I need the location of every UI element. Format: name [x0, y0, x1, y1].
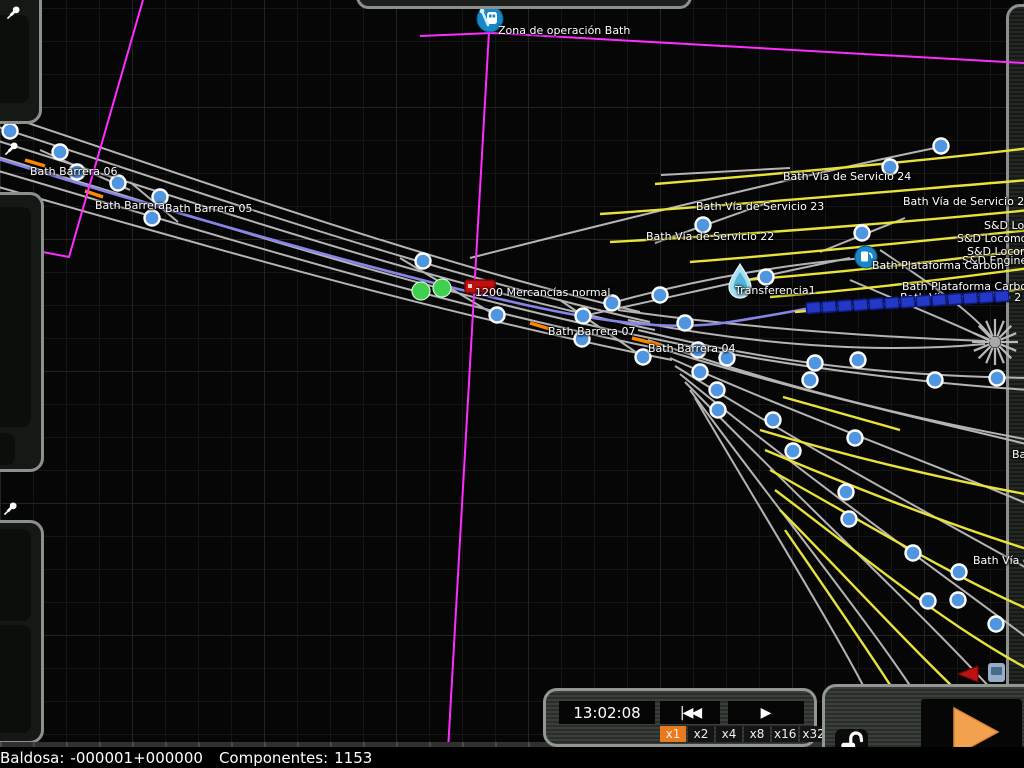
left-side-panel-2[interactable]	[0, 192, 44, 472]
map-label[interactable]: Bath	[1012, 448, 1024, 461]
map-label[interactable]: Bath Vía de Servicio 24	[783, 170, 911, 183]
map-label[interactable]: Transferencia1	[735, 284, 816, 297]
speed-button[interactable]: x16	[772, 726, 798, 742]
map-labels-layer: Zona de operación Bath Bath Barrera 06 Bat…	[0, 0, 1024, 768]
map-label[interactable]: 1200 Mercancías normal	[475, 286, 610, 299]
play-icon: ▶	[761, 705, 772, 721]
clock-time: 13:02:08	[573, 704, 640, 722]
left-side-panel-3[interactable]	[0, 520, 44, 744]
map-label[interactable]: S&D Loc	[984, 219, 1024, 232]
map-label[interactable]: Bath Barrera 05	[165, 202, 253, 215]
map-label[interactable]: Bath Barrera 07	[548, 325, 636, 338]
map-label[interactable]: Bath Barrera 06	[30, 165, 118, 178]
time-toolbar: 13:02:08 |◀◀ ▶ x1x2x4x8x16x32	[543, 688, 817, 747]
map-label[interactable]: Bath Vía de Servicio 2	[900, 291, 1021, 304]
status-bar: Baldosa: -000001+000000 Componentes: 115…	[0, 747, 1024, 768]
map-label[interactable]: S&D Locomot	[957, 232, 1024, 245]
play-pause-button[interactable]: ▶	[728, 701, 804, 724]
tile-value: -000001+000000	[70, 749, 203, 767]
components-value: 1153	[334, 749, 372, 767]
map-label[interactable]: Bath Vía de Servicio 22	[646, 230, 774, 243]
components-label: Componentes:	[219, 749, 328, 767]
pushpin-icon[interactable]	[1, 500, 19, 518]
speed-button[interactable]: x1	[660, 726, 686, 742]
map-label[interactable]: Zona de operación Bath	[498, 24, 630, 37]
map-label[interactable]: Bath Plataforma Carbon	[872, 259, 1004, 272]
speed-button[interactable]: x8	[744, 726, 770, 742]
skip-back-icon: |◀◀	[680, 705, 700, 721]
speed-selector: x1x2x4x8x16x32	[660, 726, 827, 742]
map-label[interactable]: Bath Vía de Servicio 21	[903, 195, 1024, 208]
pushpin-icon[interactable]	[4, 4, 22, 22]
speed-button[interactable]: x4	[716, 726, 742, 742]
map-label[interactable]: Bath Barrera 04	[648, 342, 736, 355]
map-label[interactable]: Bath Vía de	[973, 554, 1024, 567]
top-panel[interactable]	[356, 0, 692, 9]
map-label[interactable]: Bath Barrera	[95, 199, 165, 212]
tile-label: Baldosa:	[0, 749, 64, 767]
pushpin-icon[interactable]	[2, 140, 20, 158]
speed-button[interactable]: x2	[688, 726, 714, 742]
clock-display: 13:02:08	[559, 701, 655, 724]
simulation-viewport: Zona de operación Bath Bath Barrera 06 Bat…	[0, 0, 1024, 768]
skip-back-button[interactable]: |◀◀	[660, 701, 720, 724]
map-label[interactable]: Bath Vía de Servicio 23	[696, 200, 824, 213]
